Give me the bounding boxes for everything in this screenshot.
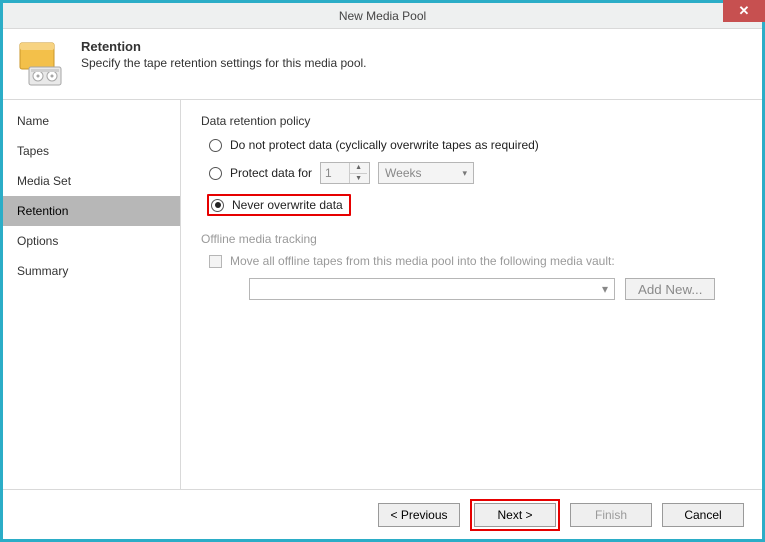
protect-unit-value: Weeks xyxy=(385,166,421,180)
radio-never-overwrite[interactable] xyxy=(211,199,224,212)
window-title: New Media Pool xyxy=(339,9,426,23)
protect-unit-select[interactable]: Weeks ▾ xyxy=(378,162,474,184)
content-panel: Data retention policy Do not protect dat… xyxy=(181,100,762,489)
radio-label-do-not-protect: Do not protect data (cyclically overwrit… xyxy=(230,138,539,152)
titlebar: New Media Pool ✕ xyxy=(3,3,762,29)
sidebar-item-summary[interactable]: Summary xyxy=(3,256,180,286)
sidebar: Name Tapes Media Set Retention Options S… xyxy=(3,100,181,489)
spinner-down-icon[interactable]: ▼ xyxy=(350,174,367,184)
close-button[interactable]: ✕ xyxy=(723,0,765,22)
wizard-window: New Media Pool ✕ Retention Specify the t… xyxy=(0,0,765,542)
media-vault-select[interactable]: ▾ xyxy=(249,278,615,300)
radio-do-not-protect[interactable] xyxy=(209,139,222,152)
sidebar-item-name[interactable]: Name xyxy=(3,106,180,136)
radio-row-protect-for[interactable]: Protect data for ▲ ▼ Weeks ▾ xyxy=(209,162,742,184)
sidebar-item-retention[interactable]: Retention xyxy=(3,196,180,226)
header-text: Retention Specify the tape retention set… xyxy=(81,39,367,70)
radio-row-do-not-protect[interactable]: Do not protect data (cyclically overwrit… xyxy=(209,138,742,152)
wizard-body: Name Tapes Media Set Retention Options S… xyxy=(3,100,762,489)
radio-label-protect-for: Protect data for xyxy=(230,166,312,180)
wizard-footer: < Previous Next > Finish Cancel xyxy=(3,489,762,539)
add-new-vault-button[interactable]: Add New... xyxy=(625,278,715,300)
protect-duration-input[interactable] xyxy=(321,163,349,183)
section-title-retention: Data retention policy xyxy=(201,114,742,128)
radio-protect-for[interactable] xyxy=(209,167,222,180)
radio-label-never-overwrite: Never overwrite data xyxy=(232,198,343,212)
sidebar-item-tapes[interactable]: Tapes xyxy=(3,136,180,166)
checkbox-move-offline[interactable] xyxy=(209,255,222,268)
spinner-arrows: ▲ ▼ xyxy=(349,163,367,183)
highlight-next: Next > xyxy=(470,499,560,531)
section-title-offline: Offline media tracking xyxy=(201,232,742,246)
retention-icon xyxy=(17,39,67,89)
sidebar-item-media-set[interactable]: Media Set xyxy=(3,166,180,196)
chevron-down-icon: ▾ xyxy=(602,282,608,296)
checkbox-row-offline: Move all offline tapes from this media p… xyxy=(209,254,742,268)
spinner-up-icon[interactable]: ▲ xyxy=(350,163,367,174)
protect-duration-spinner[interactable]: ▲ ▼ xyxy=(320,162,370,184)
chevron-down-icon: ▾ xyxy=(463,168,468,179)
page-subtitle: Specify the tape retention settings for … xyxy=(81,56,367,70)
highlight-never-overwrite: Never overwrite data xyxy=(207,194,351,216)
finish-button[interactable]: Finish xyxy=(570,503,652,527)
sidebar-item-options[interactable]: Options xyxy=(3,226,180,256)
checkbox-label-move-offline: Move all offline tapes from this media p… xyxy=(230,254,615,268)
wizard-header: Retention Specify the tape retention set… xyxy=(3,29,762,100)
next-button[interactable]: Next > xyxy=(474,503,556,527)
page-title: Retention xyxy=(81,39,367,54)
close-icon: ✕ xyxy=(739,3,750,19)
previous-button[interactable]: < Previous xyxy=(378,503,460,527)
radio-row-never-overwrite[interactable]: Never overwrite data xyxy=(207,194,742,216)
cancel-button[interactable]: Cancel xyxy=(662,503,744,527)
vault-row: ▾ Add New... xyxy=(249,278,742,300)
